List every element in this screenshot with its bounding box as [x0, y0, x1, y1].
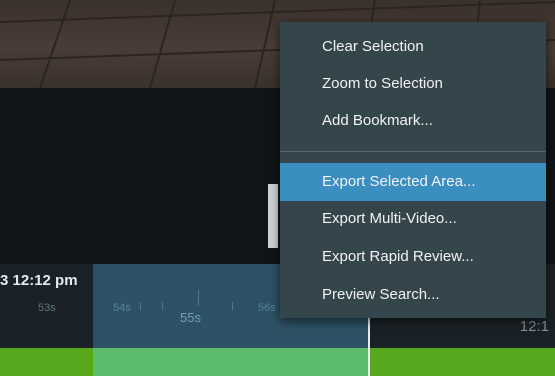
- menu-item-clear-selection[interactable]: Clear Selection: [280, 28, 546, 66]
- video-player-screen: 3 12:12 pm 53s 54s 55s 56s 12:1 Clear Se…: [0, 0, 555, 376]
- scroll-handle[interactable]: [268, 184, 278, 248]
- menu-item-export-selected-area[interactable]: Export Selected Area...: [280, 163, 546, 201]
- menu-separator: [280, 151, 546, 152]
- timeline-end-time: 12:1: [519, 318, 549, 335]
- menu-item-preview-search[interactable]: Preview Search...: [280, 276, 546, 314]
- menu-item-add-bookmark[interactable]: Add Bookmark...: [280, 102, 546, 140]
- timeline-date-label: 3 12:12 pm: [0, 272, 78, 289]
- menu-item-zoom-to-selection[interactable]: Zoom to Selection: [280, 65, 546, 103]
- tick-label: 53s: [38, 302, 56, 314]
- footage-bar-selected: [93, 348, 369, 376]
- menu-item-export-rapid-review[interactable]: Export Rapid Review...: [280, 238, 546, 276]
- menu-item-export-multi-video[interactable]: Export Multi-Video...: [280, 200, 546, 238]
- context-menu: Clear Selection Zoom to Selection Add Bo…: [280, 22, 546, 318]
